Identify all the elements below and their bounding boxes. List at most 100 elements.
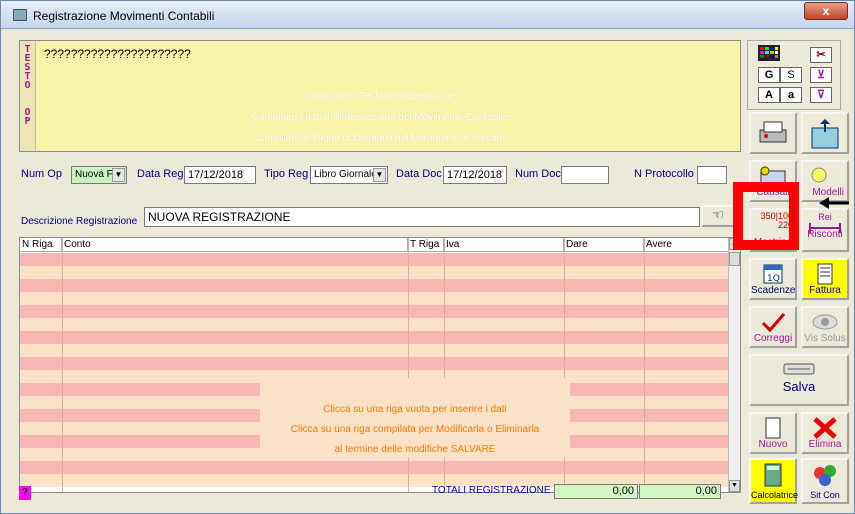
cut-icon[interactable]: ✂ [810, 47, 832, 63]
hand-pointer-icon: ☜ [712, 207, 724, 222]
col-iva[interactable]: Iva [444, 238, 564, 252]
num-op-value: Nuova F [75, 169, 113, 180]
scroll-thumb[interactable] [729, 252, 740, 266]
col-n-riga[interactable]: N Riga [20, 238, 62, 252]
num-op-select[interactable]: Nuova F ▼ [71, 166, 127, 184]
risconti-button[interactable]: Rei Risconti [801, 208, 849, 252]
new-document-icon [765, 417, 781, 439]
correggi-button[interactable]: Correggi [749, 306, 797, 348]
fattura-label: Fattura [809, 285, 841, 296]
vis-solus-button[interactable]: Vis Solus [801, 306, 849, 348]
nuovo-button[interactable]: Nuovo [749, 412, 797, 454]
highlight-box [733, 182, 799, 250]
close-button[interactable]: x [804, 2, 848, 20]
disk-icon [783, 363, 815, 375]
num-op-label: Num Op [21, 168, 62, 180]
testo-text[interactable]: ?????????????????????? [44, 47, 191, 61]
export-button[interactable] [801, 112, 849, 154]
modelli-icon [811, 167, 827, 183]
col-t-riga[interactable]: T Riga [408, 238, 444, 252]
data-reg-field[interactable]: 17/12/2018 [184, 166, 256, 184]
scanner-button[interactable] [749, 112, 797, 154]
data-doc-label: Data Doc [396, 168, 442, 180]
scadenze-label: Scadenze [751, 285, 796, 296]
table-row[interactable] [20, 331, 730, 344]
grid-header: N Riga Conto T Riga Iva Dare Avere [20, 238, 730, 252]
format-panel: ✂ G S ⊻ A a ⊽ [747, 40, 841, 110]
correggi-label: Correggi [753, 333, 793, 344]
grid-divider [62, 238, 63, 492]
testo-hint-3: Compilare le Righe di Dettaglio del Movi… [254, 133, 506, 144]
descrizione-field[interactable]: NUOVA REGISTRAZIONE [144, 207, 700, 227]
table-row[interactable] [20, 357, 730, 370]
righe-grid[interactable]: N Riga Conto T Riga Iva Dare Avere Clicc… [19, 237, 741, 493]
table-row[interactable] [20, 305, 730, 318]
scanner-icon [759, 121, 787, 143]
grid-hint-3: al termine delle modifiche SALVARE [334, 444, 496, 455]
col-conto[interactable]: Conto [62, 238, 408, 252]
salva-button[interactable]: Salva [749, 354, 849, 406]
protocollo-field[interactable] [697, 166, 727, 184]
check-icon [761, 313, 786, 333]
sit-con-icon [814, 465, 836, 486]
num-doc-field[interactable] [561, 166, 609, 184]
calculator-icon [764, 463, 782, 487]
testo-hint-1: Compilare il Testo dell'Operazione [304, 91, 456, 102]
chevron-down-icon[interactable]: ▼ [373, 168, 386, 182]
col-avere[interactable]: Avere [644, 238, 730, 252]
table-row[interactable] [20, 318, 730, 331]
calendar-icon: 1Q [763, 264, 783, 284]
scadenze-button[interactable]: 1Q Scadenze [749, 258, 797, 300]
table-row[interactable] [20, 266, 730, 279]
scroll-down-icon[interactable]: ▼ [729, 480, 740, 492]
bold-button[interactable]: G [758, 67, 780, 83]
vis-solus-label: Vis Solus [804, 333, 846, 344]
table-row[interactable] [20, 253, 730, 266]
tipo-reg-select[interactable]: Libro Giornale ▼ [310, 166, 388, 184]
table-row[interactable] [20, 279, 730, 292]
data-doc-field[interactable]: 17/12/2018 [443, 166, 507, 184]
pointer-button[interactable]: ☜ [701, 205, 735, 227]
clear-icon[interactable]: ⊽ [810, 87, 832, 103]
paste-icon[interactable]: ⊻ [810, 67, 832, 83]
client-area: TESTOOP ?????????????????????? Compilare… [7, 30, 849, 510]
svg-text:1Q: 1Q [767, 274, 780, 284]
calcolatrice-button[interactable]: Calcolatrice [749, 458, 798, 504]
totali-label: TOTALI REGISTRAZIONE [432, 485, 551, 496]
export-icon [811, 119, 839, 149]
help-button[interactable]: ? [19, 486, 31, 500]
table-row[interactable] [20, 461, 730, 474]
grid-scrollbar[interactable]: ▲ ▼ [728, 238, 740, 492]
delete-icon [813, 417, 837, 439]
testo-panel[interactable]: TESTOOP ?????????????????????? Compilare… [19, 40, 741, 152]
col-dare[interactable]: Dare [564, 238, 644, 252]
grid-hint-2: Clicca su una riga compilata per Modific… [290, 424, 540, 435]
tipo-reg-value: Libro Giornale [314, 169, 377, 180]
testo-hint-2: Compilare i dati dell'Intestazione del M… [251, 112, 509, 123]
table-row[interactable] [20, 344, 730, 357]
elimina-label: Elimina [808, 439, 842, 450]
eye-icon [812, 314, 838, 330]
sit-con-label: Sit Con [810, 490, 840, 500]
num-doc-label: Num Doc [515, 168, 561, 180]
sit-con-button[interactable]: Sit Con [801, 458, 849, 504]
uppercase-button[interactable]: A [758, 87, 780, 103]
tipo-reg-label: Tipo Reg [264, 168, 309, 180]
table-row[interactable] [20, 292, 730, 305]
s-button[interactable]: S [780, 67, 802, 83]
descrizione-label: Descrizione Registrazione [21, 216, 138, 227]
chevron-down-icon[interactable]: ▼ [112, 168, 125, 182]
color-grid-icon[interactable] [758, 45, 780, 61]
window-title: Registrazione Movimenti Contabili [33, 9, 215, 23]
lowercase-button[interactable]: a [780, 87, 802, 103]
data-reg-label: Data Reg [137, 168, 184, 180]
nuovo-label: Nuovo [758, 439, 788, 450]
elimina-button[interactable]: Elimina [801, 412, 849, 454]
arrow-left-icon [819, 197, 849, 209]
title-bar[interactable]: Registrazione Movimenti Contabili x [1, 1, 854, 29]
invoice-icon [817, 263, 833, 285]
app-icon [13, 9, 27, 21]
salva-label: Salva [782, 379, 816, 394]
fattura-button[interactable]: Fattura [801, 258, 849, 300]
totale-dare: 0,00 [554, 484, 638, 499]
